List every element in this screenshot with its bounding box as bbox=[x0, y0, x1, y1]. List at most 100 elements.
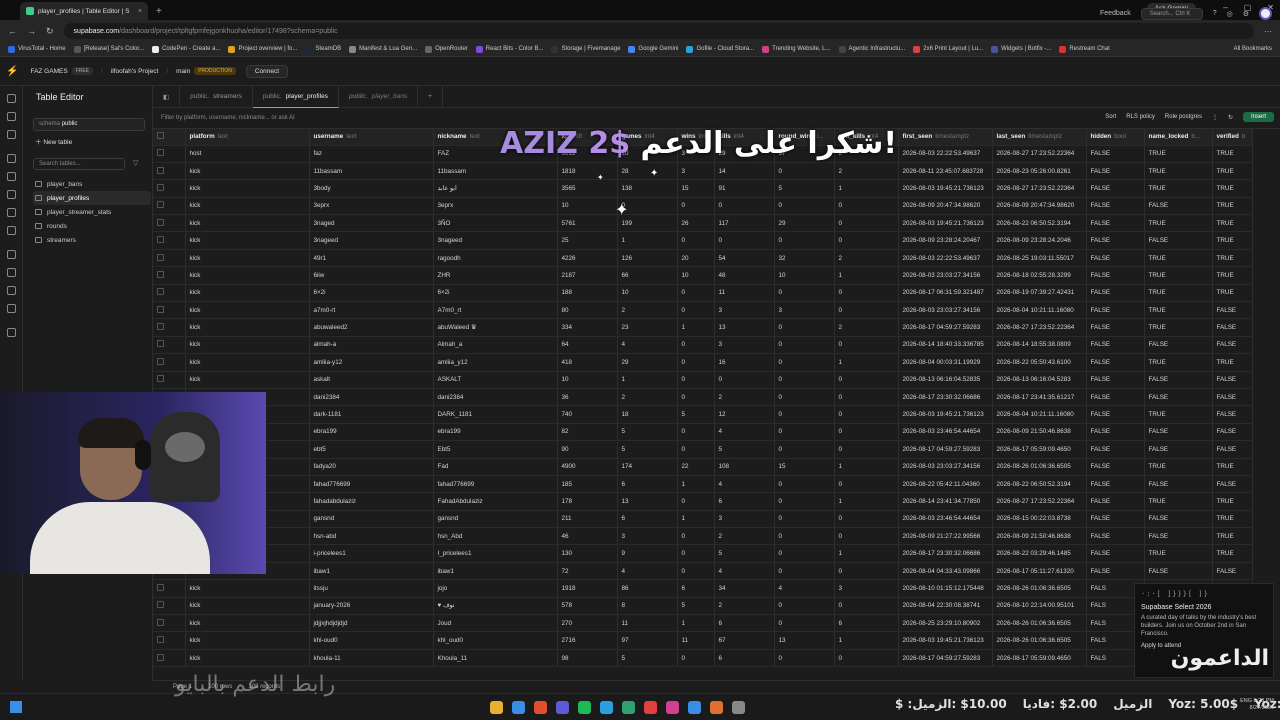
table-cell[interactable]: 2026-08-09 20:47:34.98620 bbox=[992, 197, 1087, 216]
table-row[interactable]: kickfahad776699fahad776699185614002026-0… bbox=[153, 475, 1253, 494]
table-cell[interactable]: 2026-08-26 01:06:36.6505 bbox=[992, 614, 1087, 633]
bookmark-item[interactable]: Storage | Fivemanage bbox=[551, 45, 620, 53]
table-cell[interactable]: 3 bbox=[617, 527, 678, 546]
table-cell[interactable]: 10 bbox=[677, 266, 715, 285]
table-cell[interactable]: 0 bbox=[677, 353, 715, 372]
refresh-icon[interactable]: ↻ bbox=[1228, 114, 1233, 121]
table-cell[interactable]: 0 bbox=[774, 614, 835, 633]
table-cell[interactable]: 4900 bbox=[557, 458, 618, 476]
table-cell[interactable]: 15 bbox=[677, 179, 715, 198]
table-cell[interactable]: 10 bbox=[617, 284, 678, 303]
table-cell[interactable]: 1 bbox=[617, 371, 678, 389]
table-cell[interactable]: FALSE bbox=[1086, 179, 1145, 198]
table-cell[interactable]: FALSE bbox=[1144, 562, 1213, 581]
table-cell[interactable]: 2 bbox=[617, 301, 678, 320]
table-cell[interactable]: 4 bbox=[714, 562, 775, 581]
table-cell[interactable]: 8 bbox=[617, 597, 678, 616]
table-cell[interactable]: 2026-08-03 19:45:21.736123 bbox=[898, 631, 993, 650]
row-checkbox[interactable] bbox=[153, 266, 186, 285]
table-cell[interactable]: 1 bbox=[834, 353, 899, 372]
table-cell[interactable]: TRUE bbox=[1144, 405, 1213, 424]
table-cell[interactable]: 28 bbox=[617, 162, 678, 181]
table-cell[interactable]: 5 bbox=[774, 179, 835, 198]
table-cell[interactable]: TRUE bbox=[1144, 301, 1213, 320]
table-cell[interactable]: 2 bbox=[714, 388, 775, 407]
table-cell[interactable]: 1 bbox=[834, 544, 899, 563]
table-cell[interactable]: 0 bbox=[834, 301, 899, 320]
table-cell[interactable]: 2026-08-17 04:59:27.59283 bbox=[898, 318, 993, 337]
tab-player-bans[interactable]: public. player_bans bbox=[339, 85, 419, 108]
table-cell[interactable]: FALSE bbox=[1212, 388, 1253, 407]
table-row[interactable]: kick a7m0-rt A7m0_rt 80 2 0 3 3 0 2026-08-03 23:0… bbox=[153, 301, 1253, 320]
table-cell[interactable]: 5 bbox=[714, 440, 775, 459]
table-cell[interactable]: 1 bbox=[834, 458, 899, 476]
bookmark-item[interactable]: VirusTotal - Home bbox=[8, 45, 66, 53]
table-cell[interactable]: 49r1 bbox=[309, 249, 434, 268]
table-cell[interactable]: 0 bbox=[677, 562, 715, 581]
table-cell[interactable]: TRUE bbox=[1144, 179, 1213, 198]
table-cell[interactable]: FALSE bbox=[1086, 527, 1145, 546]
taskbar-app-icon[interactable] bbox=[512, 701, 525, 714]
table-row[interactable]: kick askalt ASKALT 10 1 0 0 0 0 2026-08-13 06:16:… bbox=[153, 371, 1253, 389]
table-cell[interactable]: 0 bbox=[774, 353, 835, 372]
table-cell[interactable]: jojo bbox=[433, 579, 558, 598]
table-cell[interactable]: 2026-08-26 01:06:36.6505 bbox=[992, 458, 1087, 476]
table-cell[interactable]: 6 bbox=[677, 579, 715, 598]
table-cell[interactable]: TRUE bbox=[1212, 284, 1253, 303]
table-cell[interactable]: 2026-08-04 00:03:31.19929 bbox=[898, 353, 993, 372]
table-cell[interactable]: abuwaleed2 bbox=[309, 318, 434, 337]
table-cell[interactable]: 0 bbox=[834, 336, 899, 355]
table-cell[interactable]: 0 bbox=[774, 231, 835, 250]
table-cell[interactable]: 2026-08-04 10:21:11.16080 bbox=[992, 405, 1087, 424]
table-cell[interactable]: 0 bbox=[677, 284, 715, 303]
table-cell[interactable]: 13 bbox=[714, 318, 775, 337]
table-cell[interactable]: 0 bbox=[774, 597, 835, 616]
table-cell[interactable]: ibaw1 bbox=[433, 562, 558, 581]
table-cell[interactable]: askalt bbox=[309, 371, 434, 389]
all-bookmarks[interactable]: All Bookmarks bbox=[1234, 46, 1272, 52]
table-cell[interactable]: 2026-08-18 02:55:28.3299 bbox=[992, 266, 1087, 285]
table-cell[interactable]: faz bbox=[309, 145, 434, 163]
table-cell[interactable]: 2026-08-03 22:22:53.49637 bbox=[898, 145, 993, 163]
table-cell[interactable]: ASKALT bbox=[433, 371, 558, 389]
table-cell[interactable]: FALSE bbox=[1086, 510, 1145, 529]
table-cell[interactable]: 2026-08-25 23:29:10.80902 bbox=[898, 614, 993, 633]
table-cell[interactable]: TRUE bbox=[1212, 266, 1253, 285]
table-cell[interactable]: 6 bbox=[714, 649, 775, 668]
table-cell[interactable]: TRUE bbox=[1212, 249, 1253, 268]
table-cell[interactable]: 1 bbox=[834, 492, 899, 511]
table-cell[interactable]: 0 bbox=[774, 336, 835, 355]
global-search[interactable]: Search... Ctrl K bbox=[1140, 7, 1203, 20]
tab-player-profiles[interactable]: public. player_profiles bbox=[252, 85, 339, 108]
table-cell[interactable]: TRUE bbox=[1212, 492, 1253, 511]
bookmark-item[interactable]: Gofile - Cloud Stora... bbox=[686, 45, 754, 53]
table-cell[interactable]: kick bbox=[185, 284, 310, 303]
table-cell[interactable]: FALSE bbox=[1086, 423, 1145, 442]
table-cell[interactable]: 3ŇO bbox=[433, 214, 558, 233]
table-cell[interactable]: 10 bbox=[774, 266, 835, 285]
table-cell[interactable]: 2026-08-17 23:30:32.06686 bbox=[898, 388, 993, 407]
table-cell[interactable]: kick bbox=[185, 336, 310, 355]
table-row[interactable]: kick 6iiw ZHR 2187 66 10 48 10 1 2026-08-03 23:03… bbox=[153, 266, 1253, 285]
more-icon[interactable]: ⋮ bbox=[1212, 114, 1218, 121]
table-row[interactable]: kick amliia-y12 amliia_y12 418 29 0 16 0 1 2026-0… bbox=[153, 353, 1253, 372]
bookmark-item[interactable]: Project overview | fo... bbox=[228, 45, 297, 53]
bookmark-item[interactable]: 2x6 Print Layout | Lu... bbox=[913, 45, 983, 53]
table-cell[interactable]: 26 bbox=[677, 214, 715, 233]
table-cell[interactable]: 2026-08-03 23:46:54.44654 bbox=[898, 510, 993, 529]
table-cell[interactable]: 0 bbox=[774, 423, 835, 442]
table-editor-icon[interactable] bbox=[7, 112, 16, 121]
table-cell[interactable]: 334 bbox=[557, 318, 618, 337]
table-cell[interactable]: 2026-08-09 21:27:22.99566 bbox=[898, 527, 993, 546]
table-cell[interactable]: 2026-08-09 21:50:46.8638 bbox=[992, 423, 1087, 442]
bookmark-item[interactable]: Trending Website, L... bbox=[762, 45, 831, 53]
row-checkbox[interactable] bbox=[153, 614, 186, 633]
taskbar-app-icon[interactable] bbox=[534, 701, 547, 714]
table-cell[interactable]: FALSE bbox=[1144, 231, 1213, 250]
table-cell[interactable]: 5 bbox=[617, 423, 678, 442]
table-row[interactable]: kick 49r1 ragoodh 4226 126 20 54 32 2 2026-08-03 … bbox=[153, 249, 1253, 268]
table-cell[interactable]: 174 bbox=[617, 458, 678, 476]
table-cell[interactable]: fahad776699 bbox=[433, 475, 558, 494]
table-cell[interactable]: FALSE bbox=[1086, 458, 1145, 476]
table-cell[interactable]: DARK_1181 bbox=[433, 405, 558, 424]
